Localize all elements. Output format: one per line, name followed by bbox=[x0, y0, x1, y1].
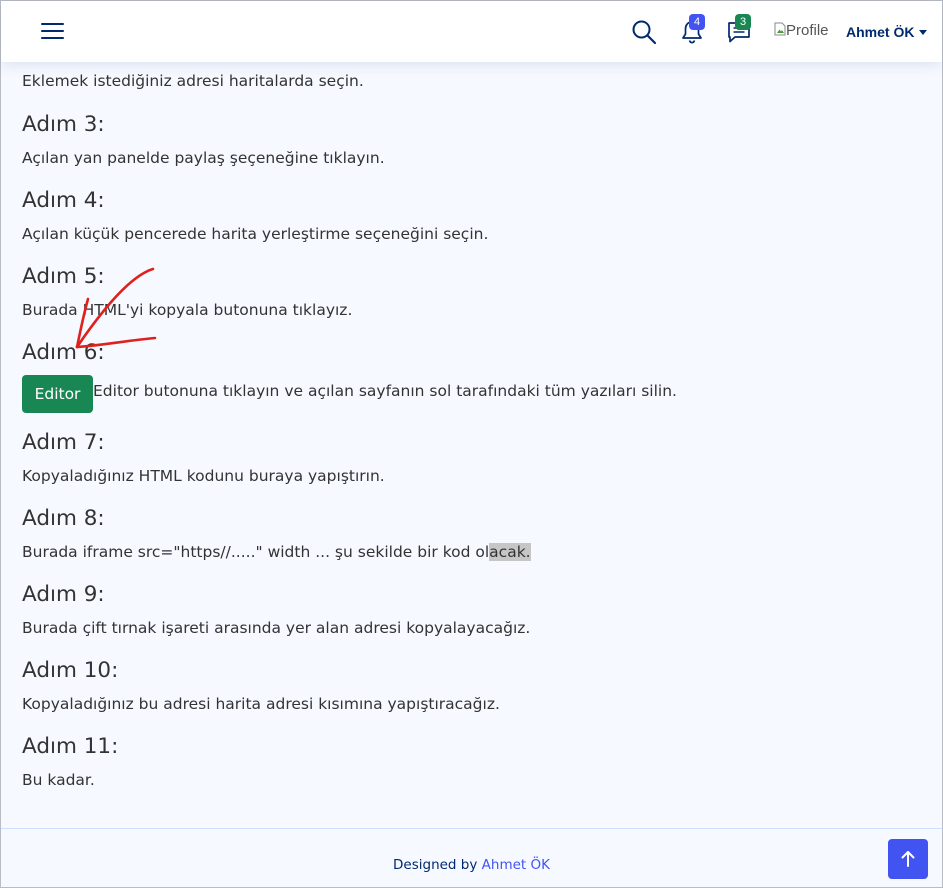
step-5-text: Burada HTML'yi kopyala butonuna tıklayız… bbox=[22, 301, 353, 319]
messages-badge: 3 bbox=[735, 14, 751, 30]
step-3-text: Açılan yan panelde paylaş şeçeneğine tık… bbox=[22, 149, 385, 167]
step-6-title: Adım 6: bbox=[22, 340, 105, 365]
hamburger-icon[interactable] bbox=[41, 21, 67, 43]
profile-name[interactable]: Ahmet ÖK bbox=[846, 24, 914, 40]
step-4-title: Adım 4: bbox=[22, 188, 105, 213]
search-icon[interactable] bbox=[631, 19, 657, 45]
profile-avatar[interactable]: Profile bbox=[774, 22, 829, 39]
step-9-text: Burada çift tırnak işareti arasında yer … bbox=[22, 619, 531, 637]
header: 4 3 Profile Ahmet ÖK bbox=[1, 1, 942, 62]
step-8-title: Adım 8: bbox=[22, 506, 105, 531]
footer-prefix: Designed by bbox=[393, 857, 478, 873]
step-7-text: Kopyaladığınız HTML kodunu buraya yapışt… bbox=[22, 467, 385, 485]
step-6-text: Editor butonuna tıklayın ve açılan sayfa… bbox=[93, 382, 677, 400]
footer: Designed by Ahmet ÖK bbox=[1, 828, 942, 888]
step-11-title: Adım 11: bbox=[22, 734, 119, 759]
step-11-text: Bu kadar. bbox=[22, 771, 95, 789]
back-to-top-button[interactable] bbox=[888, 839, 928, 879]
step-10-text: Kopyaladığınız bu adresi harita adresi k… bbox=[22, 695, 500, 713]
footer-credits: Designed by Ahmet ÖK bbox=[1, 857, 942, 873]
step-8-text-main: Burada iframe src="https//....." width .… bbox=[22, 543, 490, 561]
step-7-title: Adım 7: bbox=[22, 430, 105, 455]
chevron-down-icon[interactable] bbox=[919, 30, 927, 35]
step-9-title: Adım 9: bbox=[22, 582, 105, 607]
footer-author-link[interactable]: Ahmet ÖK bbox=[482, 857, 550, 873]
step-4-text: Açılan küçük pencerede harita yerleştirm… bbox=[22, 225, 489, 243]
profile-image-alt: Profile bbox=[786, 22, 829, 39]
step-5-title: Adım 5: bbox=[22, 264, 105, 289]
intro-text: Eklemek istediğiniz adresi haritalarda s… bbox=[22, 72, 364, 90]
step-3-title: Adım 3: bbox=[22, 112, 105, 137]
step-10-title: Adım 10: bbox=[22, 658, 119, 683]
step-8-text: Burada iframe src="https//....." width .… bbox=[22, 543, 531, 561]
editor-button[interactable]: Editor bbox=[22, 375, 93, 413]
arrow-up-icon bbox=[901, 851, 915, 867]
notifications-badge: 4 bbox=[689, 14, 705, 30]
step-8-text-selection: acak. bbox=[489, 543, 531, 561]
